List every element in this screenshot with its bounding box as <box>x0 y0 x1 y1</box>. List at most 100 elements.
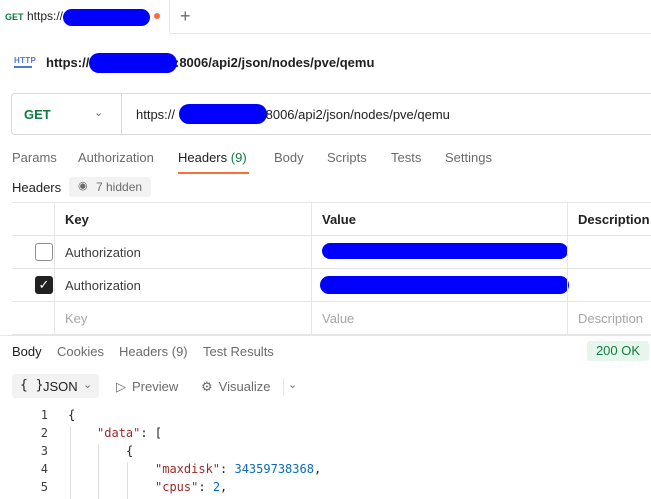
line-number: 5 <box>40 480 48 494</box>
divider <box>283 378 284 396</box>
table-header-row: Key Value Description <box>12 203 651 236</box>
chevron-down-icon: ⌄ <box>94 107 104 119</box>
tab-headers-label: Headers <box>178 150 228 165</box>
row-checkbox[interactable] <box>35 243 53 261</box>
response-tab-headers[interactable]: Headers (9) <box>119 344 188 359</box>
visualize-icon: ⚙ <box>201 379 213 394</box>
line-number: 1 <box>40 408 48 422</box>
table-cell[interactable] <box>311 236 568 268</box>
json-punct: : [ <box>140 426 163 440</box>
response-tab-body[interactable]: Body <box>12 344 42 359</box>
code-line: 5 "cpus": 2, <box>0 478 651 496</box>
response-tab-cookies[interactable]: Cookies <box>57 344 104 359</box>
url-input-suffix[interactable]: :8006/api2/json/nodes/pve/qemu <box>262 107 450 122</box>
redaction-mark <box>320 276 569 294</box>
unsaved-dot <box>154 13 160 19</box>
column-header-description: Description <box>578 212 650 227</box>
request-tabs: Params Authorization Headers (9) Body Sc… <box>0 146 651 174</box>
method-select[interactable]: GET ⌄ <box>12 94 122 134</box>
status-badge[interactable]: 200 OK <box>587 341 649 361</box>
tab-title: https:// <box>27 9 64 23</box>
tab-tests[interactable]: Tests <box>391 150 421 165</box>
table-cell: Value <box>311 203 567 235</box>
table-row: Authorization <box>12 236 651 269</box>
braces-icon: { } <box>20 378 44 393</box>
response-tab-test-results[interactable]: Test Results <box>203 344 274 359</box>
code-text: { <box>126 444 134 458</box>
format-select[interactable]: { } JSON ⌄ <box>12 374 99 398</box>
description-placeholder: Description <box>578 311 644 326</box>
json-punct: , <box>220 480 228 494</box>
redaction-mark <box>63 9 150 26</box>
response-format-toolbar: { } JSON ⌄ ▷ Preview ⚙ Visualize ⌄ <box>0 372 651 402</box>
json-number: 34359738368 <box>234 462 314 476</box>
visualize-button[interactable]: ⚙ Visualize <box>201 379 270 395</box>
request-tab[interactable]: GET https:// <box>0 0 170 34</box>
tab-scripts[interactable]: Scripts <box>327 150 367 165</box>
table-cell <box>12 302 54 334</box>
json-punct: , <box>313 462 322 476</box>
json-number: 2 <box>212 480 221 494</box>
response-body-code[interactable]: 1 { 2 "data": [ 3 { 4 "maxdisk": 3435973… <box>0 406 651 499</box>
row-checkbox[interactable]: ✓ <box>35 276 53 294</box>
method-label: GET <box>24 107 51 122</box>
code-line: 1 { <box>0 406 651 424</box>
tab-body[interactable]: Body <box>274 150 304 165</box>
code-text: "maxdisk": 34359738368, <box>155 462 321 476</box>
tab-headers[interactable]: Headers (9) <box>178 150 247 165</box>
request-title[interactable]: https:// <box>46 55 89 70</box>
table-cell: ✓ <box>12 269 54 301</box>
eye-icon: ◉ <box>78 180 88 192</box>
column-header-key: Key <box>65 212 89 227</box>
hidden-headers-toggle[interactable]: ◉ 7 hidden <box>69 177 151 197</box>
preview-button[interactable]: ▷ Preview <box>116 379 178 395</box>
redaction-mark <box>322 243 568 259</box>
table-cell: Key <box>54 203 311 235</box>
http-icon: HTTP <box>14 56 36 68</box>
response-tabs: Body Cookies Headers (9) Test Results 20… <box>0 335 651 367</box>
preview-label: Preview <box>132 379 179 394</box>
table-cell[interactable]: Authorization <box>54 236 311 268</box>
table-row: ✓ Authorization <box>12 269 651 302</box>
code-text: "cpus": 2, <box>155 480 227 494</box>
table-cell[interactable]: Authorization <box>54 269 311 301</box>
play-icon: ▷ <box>116 379 126 394</box>
redaction-mark <box>179 104 267 124</box>
table-cell <box>12 203 54 235</box>
code-line: 2 "data": [ <box>0 424 651 442</box>
new-value-input[interactable]: Value <box>311 302 567 334</box>
value-placeholder: Value <box>322 311 355 326</box>
header-key: Authorization <box>65 278 141 293</box>
chevron-down-icon[interactable]: ⌄ <box>288 378 297 391</box>
new-description-input[interactable]: Description <box>567 302 651 334</box>
code-text: { <box>68 408 76 422</box>
code-text: "data": [ <box>97 426 162 440</box>
table-cell[interactable] <box>567 269 651 301</box>
line-number: 3 <box>40 444 48 458</box>
line-number: 4 <box>40 462 48 476</box>
request-title-suffix[interactable]: :8006/api2/json/nodes/pve/qemu <box>175 55 374 70</box>
tab-authorization[interactable]: Authorization <box>78 150 154 165</box>
plus-icon[interactable]: + <box>180 6 191 27</box>
redaction-mark <box>89 53 177 73</box>
code-line: 4 "maxdisk": 34359738368, <box>0 460 651 478</box>
hidden-headers-label: 7 hidden <box>96 180 143 194</box>
table-cell[interactable] <box>311 269 569 301</box>
tab-settings[interactable]: Settings <box>445 150 492 165</box>
table-cell[interactable] <box>567 236 651 268</box>
header-key: Authorization <box>65 245 141 260</box>
key-placeholder: Key <box>65 311 88 326</box>
table-cell <box>12 236 54 268</box>
new-key-input[interactable]: Key <box>54 302 311 334</box>
json-key: "maxdisk" <box>155 462 221 476</box>
tab-headers-count: (9) <box>230 150 247 165</box>
tab-method: GET <box>5 12 24 22</box>
chevron-down-icon: ⌄ <box>83 379 93 391</box>
url-input[interactable]: https:// <box>136 107 175 122</box>
active-tab-underline <box>178 172 249 174</box>
visualize-label: Visualize <box>218 379 271 394</box>
tab-params[interactable]: Params <box>12 150 57 165</box>
column-header-value: Value <box>322 212 356 227</box>
tab-bar: GET https:// + <box>0 0 651 34</box>
json-key: "data" <box>97 426 141 440</box>
